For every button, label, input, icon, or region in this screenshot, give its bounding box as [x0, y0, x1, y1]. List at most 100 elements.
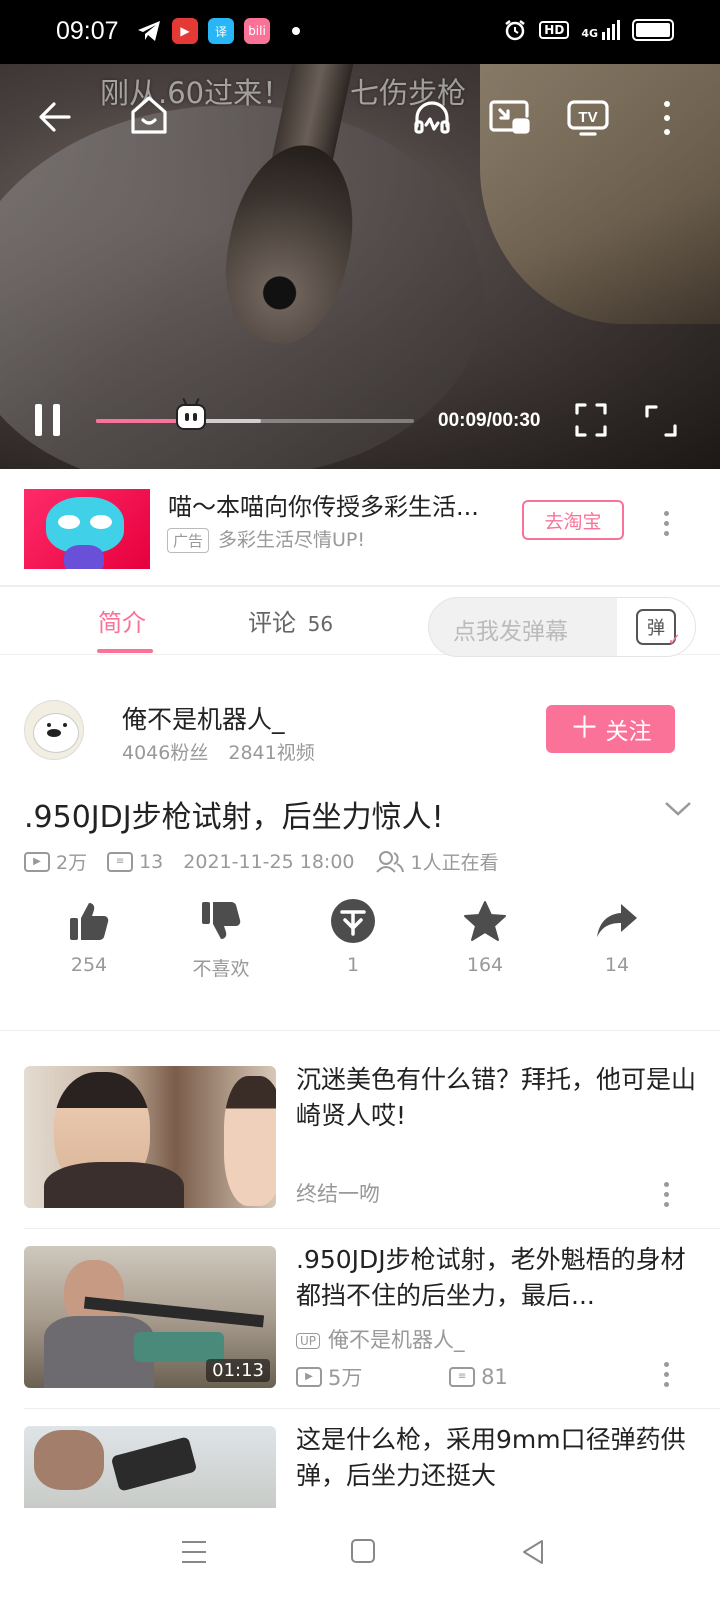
- star-icon: [464, 901, 506, 941]
- like-count: 254: [70, 954, 108, 976]
- list-divider: [24, 1408, 720, 1409]
- headphones-icon[interactable]: [412, 98, 452, 136]
- plus-icon: ＋: [569, 711, 600, 746]
- favorite-count: 164: [466, 954, 504, 976]
- tab-comments[interactable]: 评论 56: [248, 603, 333, 638]
- danmaku-count: 13: [139, 850, 164, 873]
- home-icon[interactable]: [128, 94, 170, 138]
- active-tab-indicator: [97, 649, 153, 653]
- back-triangle-icon[interactable]: [520, 1538, 546, 1566]
- pause-icon[interactable]: [32, 402, 64, 438]
- related-uploader-row: UP 俺不是机器人_: [296, 1324, 465, 1354]
- tab-comments-count: 56: [307, 612, 334, 636]
- ad-title[interactable]: 喵～本喵向你传授多彩生活...: [168, 487, 498, 522]
- taobao-button[interactable]: 去淘宝: [522, 500, 624, 540]
- item-more-icon[interactable]: [664, 1182, 669, 1207]
- related-danmaku: 81: [481, 1364, 508, 1389]
- video-meta: ▶ 2万 ≡ 13 2021-11-25 18:00 1人正在看: [24, 848, 519, 875]
- picture-in-picture-icon[interactable]: [488, 98, 530, 136]
- telegram-icon: [138, 21, 160, 41]
- dislike-label: 不喜欢: [192, 958, 250, 980]
- view-count: 2万: [56, 852, 88, 874]
- danmaku-toggle-button[interactable]: 弹 ✓: [617, 598, 695, 656]
- like-button[interactable]: 254: [39, 896, 139, 976]
- tab-comments-label: 评论: [248, 609, 296, 637]
- danmaku-toggle-label: 弹: [647, 618, 665, 639]
- more-options-icon[interactable]: [658, 98, 676, 138]
- ad-subtitle: 多彩生活尽情UP!: [218, 529, 365, 551]
- time-display: 00:09/00:30: [438, 410, 541, 431]
- status-right: HD 4G: [503, 18, 674, 42]
- danmaku-tv-icon: 弹 ✓: [636, 609, 681, 649]
- fullscreen-icon[interactable]: [574, 402, 608, 438]
- status-bar: 09:07 ▶ 译 bili HD 4G: [0, 0, 720, 64]
- publish-date: 2021-11-25 18:00: [183, 850, 355, 873]
- up-badge: UP: [296, 1333, 321, 1349]
- fans-count: 4046粉丝: [122, 742, 209, 764]
- back-arrow-icon[interactable]: [36, 98, 74, 136]
- alarm-icon: [505, 20, 526, 41]
- check-icon: ✓: [667, 630, 681, 649]
- chevron-down-icon[interactable]: [664, 800, 692, 818]
- danmaku-count-icon: ≡: [107, 851, 134, 872]
- share-arrow-icon: [597, 904, 637, 937]
- video-thumbnail[interactable]: 01:13: [24, 1246, 276, 1388]
- progress-bar[interactable]: [96, 404, 414, 430]
- uploader-name[interactable]: 俺不是机器人_: [122, 700, 285, 736]
- play-count-icon: ▶: [24, 851, 50, 872]
- coin-icon: [331, 899, 375, 943]
- home-square-icon[interactable]: [350, 1538, 376, 1564]
- danmaku-count-icon: ≡: [449, 1366, 476, 1387]
- dislike-button[interactable]: 不喜欢: [171, 896, 271, 981]
- avatar[interactable]: [24, 700, 84, 760]
- danmaku-input[interactable]: 点我发弹幕 弹 ✓: [428, 597, 696, 657]
- viewers-icon: [375, 850, 404, 873]
- thumbs-up-icon: [70, 903, 109, 940]
- status-time: 09:07: [56, 17, 119, 45]
- ad-more-icon[interactable]: [664, 511, 669, 536]
- video-count: 2841视频: [228, 742, 315, 764]
- menu-icon[interactable]: [180, 1538, 208, 1566]
- related-subtitle: 终结一吻: [296, 1182, 380, 1206]
- watching-count: 1人正在看: [410, 852, 499, 874]
- landscape-icon[interactable]: [644, 404, 678, 438]
- video-player[interactable]: 刚从.60过来！ 七伤步枪 TV 00:09/00:30: [0, 64, 720, 469]
- ad-tag: 广告: [167, 528, 210, 553]
- video-thumbnail[interactable]: [24, 1426, 276, 1508]
- related-title[interactable]: .950JDJ步枪试射，老外魁梧的身材都挡不住的后坐力，最后...: [296, 1242, 696, 1314]
- battery-icon: [632, 19, 674, 41]
- list-divider: [24, 1228, 720, 1229]
- svg-text:TV: TV: [578, 109, 597, 126]
- item-more-icon[interactable]: [664, 1362, 669, 1387]
- progress-thumb-tv-icon[interactable]: [176, 404, 207, 430]
- video-thumbnail[interactable]: [24, 1066, 276, 1208]
- translate-app-icon: 译: [208, 18, 234, 44]
- notification-icons: ▶ 译 bili: [136, 18, 300, 44]
- network-label: 4G: [581, 27, 598, 40]
- ad-image-tmall-cat[interactable]: [24, 489, 150, 569]
- thumbs-down-icon: [202, 902, 241, 939]
- signal-4g-icon: 4G: [581, 20, 620, 40]
- youtube-icon: ▶: [172, 18, 198, 44]
- hd-icon: HD: [539, 21, 570, 39]
- ad-banner[interactable]: 喵～本喵向你传授多彩生活... 广告 多彩生活尽情UP! 去淘宝: [0, 469, 720, 587]
- follow-label: 关注: [605, 719, 652, 745]
- tab-intro[interactable]: 简介: [98, 603, 146, 638]
- video-title: .950JDJ步枪试射，后坐力惊人!: [24, 800, 444, 835]
- related-views: 5万: [328, 1365, 363, 1390]
- share-button[interactable]: 14: [567, 896, 667, 976]
- follow-button[interactable]: ＋ 关注: [546, 705, 675, 753]
- play-count-icon: ▶: [296, 1366, 322, 1387]
- coin-button[interactable]: 1: [303, 896, 403, 976]
- related-stats: ▶ 5万 ≡ 81: [296, 1360, 508, 1392]
- video-duration: 01:13: [206, 1359, 270, 1382]
- related-uploader[interactable]: 俺不是机器人_: [328, 1328, 465, 1352]
- related-title[interactable]: 沉迷美色有什么错？拜托，他可是山崎贤人哎!: [296, 1062, 696, 1134]
- danmaku-placeholder: 点我发弹幕: [453, 619, 568, 645]
- tv-cast-icon[interactable]: TV: [566, 96, 610, 136]
- system-nav-bar: [0, 1508, 720, 1600]
- related-title[interactable]: 这是什么枪，采用9mm口径弹药供弹，后坐力还挺大: [296, 1426, 696, 1494]
- bilibili-icon: bili: [244, 18, 270, 44]
- list-item[interactable]: 这是什么枪，采用9mm口径弹药供弹，后坐力还挺大: [0, 1426, 720, 1508]
- favorite-button[interactable]: 164: [435, 896, 535, 976]
